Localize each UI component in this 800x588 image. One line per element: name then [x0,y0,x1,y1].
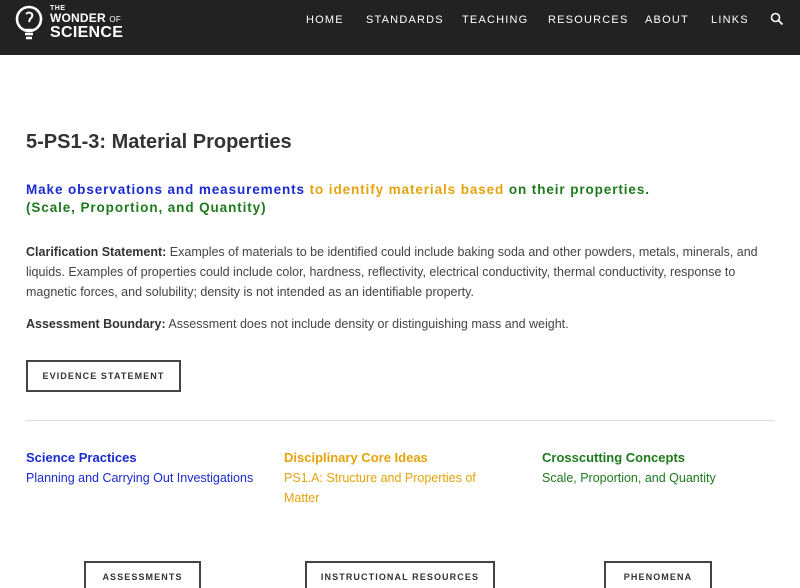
lightbulb-icon [15,5,43,40]
phenomena-button[interactable]: PHENOMENA [604,561,712,588]
nav-links[interactable]: LINKS [711,14,749,26]
assessment-boundary-text: Assessment does not include density or d… [165,317,569,331]
pe-core-idea-text: to identify materials based [309,182,509,197]
pe-practice-text: Make observations and measurements [26,182,310,197]
evidence-statement-button[interactable]: EVIDENCE STATEMENT [26,360,181,392]
nav-about[interactable]: ABOUT [645,14,689,26]
core-ideas-link[interactable]: PS1.A: Structure and Properties of Matte… [284,468,499,508]
crosscutting-column: Crosscutting Concepts Scale, Proportion,… [542,449,772,488]
nav-home[interactable]: HOME [306,14,344,26]
nav-teaching[interactable]: TEACHING [462,14,528,26]
clarification-statement: Clarification Statement: Examples of mat… [26,242,776,302]
page-title: 5-PS1-3: Material Properties [26,131,292,153]
crosscutting-link[interactable]: Scale, Proportion, and Quantity [542,468,772,488]
assessment-boundary: Assessment Boundary: Assessment does not… [26,314,776,334]
pe-crosscutting-paren: (Scale, Proportion, and Quantity) [26,200,267,215]
pe-crosscutting-text: on their properties. [508,182,650,197]
logo-wonder: WONDER OF [50,11,121,25]
nav-standards[interactable]: STANDARDS [366,14,444,26]
science-practices-column: Science Practices Planning and Carrying … [26,449,256,488]
logo-wordmark: THE WONDER OF SCIENCE [50,5,123,41]
core-ideas-heading: Disciplinary Core Ideas [284,450,428,465]
crosscutting-heading: Crosscutting Concepts [542,450,686,465]
performance-expectation: Make observations and measurements to id… [26,181,776,217]
core-ideas-column: Disciplinary Core Ideas PS1.A: Structure… [284,449,499,508]
instructional-resources-button[interactable]: INSTRUCTIONAL RESOURCES [305,561,495,588]
science-practices-link[interactable]: Planning and Carrying Out Investigations [26,468,256,488]
nav-resources[interactable]: RESOURCES [548,14,628,26]
top-navigation-bar: THE WONDER OF SCIENCE HOME STANDARDS TEA… [0,0,800,55]
section-divider [26,420,774,421]
search-icon[interactable] [770,12,784,26]
assessment-boundary-label: Assessment Boundary: [26,317,166,331]
logo-science: SCIENCE [50,24,124,41]
clarification-label: Clarification Statement: [26,245,167,259]
assessments-button[interactable]: ASSESSMENTS [84,561,201,588]
science-practices-heading: Science Practices [26,450,137,465]
site-logo[interactable]: THE WONDER OF SCIENCE [14,3,154,45]
